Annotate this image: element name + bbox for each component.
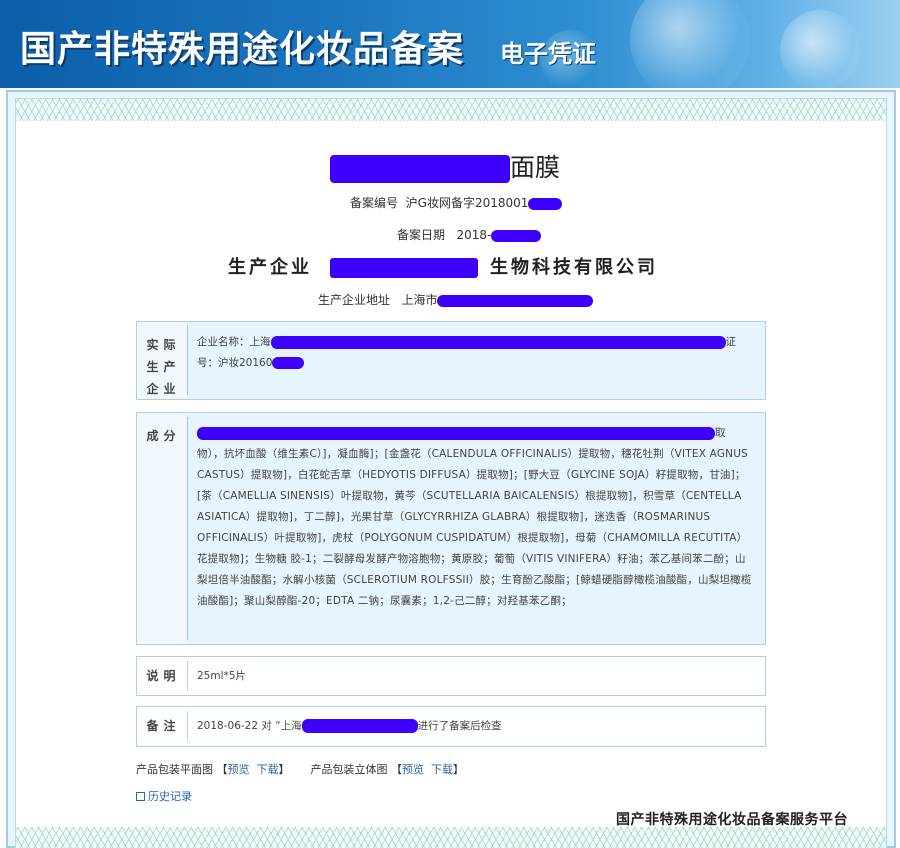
company-name-prefix: 企业名称：上海	[197, 336, 271, 348]
registration-date-label: 备案日期	[397, 228, 446, 242]
registration-number-label: 备案编号	[350, 196, 399, 210]
divider	[187, 661, 188, 691]
packaging-links: 产品包装平面图 【预览 下载】 产品包装立体图 【预览 下载】	[136, 761, 464, 777]
redaction-block	[272, 357, 305, 369]
product-name-suffix: 面膜	[510, 153, 561, 182]
decorative-bubble	[780, 10, 860, 88]
bracket: 【	[216, 763, 228, 776]
producer-address-value: 上海市	[401, 293, 438, 307]
history-label[interactable]: 历史记录	[148, 790, 192, 803]
guilloche-border-bottom	[16, 827, 886, 848]
producer-label: 生产企业	[228, 257, 312, 278]
company-license: 号：沪妆20160	[197, 357, 273, 369]
divider	[187, 711, 188, 742]
bracket: 】	[278, 763, 290, 776]
redaction-block	[330, 258, 478, 278]
ingredients-content: 取 物），抗坏血酸（维生素C）]，凝血酶]；[金盏花（CALENDULA OFF…	[197, 423, 755, 612]
bracket: 【	[391, 763, 402, 776]
window-icon	[136, 792, 145, 801]
banner-subtitle: 电子凭证	[500, 39, 596, 68]
registration-number: 备案编号 沪G妆网备字2018001	[350, 194, 563, 211]
producer: 生产企业 生物科技有限公司	[228, 253, 658, 279]
remark-box: 备注 2018-06-22 对 “上海 进行了备案后检查	[136, 706, 766, 747]
decorative-bubble	[630, 0, 750, 88]
redaction-block	[330, 155, 510, 183]
solid-image-label: 产品包装立体图	[310, 763, 388, 776]
ingredients-label: 成分	[137, 413, 187, 644]
producer-name-suffix: 生物科技有限公司	[490, 257, 658, 278]
actual-company-content: 企业名称：上海 证 号：沪妆20160	[197, 332, 755, 374]
flat-preview-link[interactable]: 预览	[228, 763, 250, 776]
ingredients-tail: 取	[715, 427, 726, 439]
remark-prefix: 2018-06-22 对 “上海	[197, 720, 302, 732]
redaction-block	[301, 719, 418, 733]
remark-suffix: 进行了备案后检查	[417, 720, 502, 732]
note-box: 说明 25ml*5片	[136, 656, 766, 696]
divider	[187, 326, 188, 395]
history-link[interactable]: 历史记录	[136, 788, 192, 804]
actual-company-label: 实际生产企业	[137, 322, 187, 399]
company-name-tail: 证	[725, 336, 737, 348]
producer-address: 生产企业地址 上海市	[318, 291, 594, 308]
note-value: 25ml*5片	[197, 670, 246, 682]
redaction-block	[437, 294, 594, 307]
actual-company-box: 实际生产企业 企业名称：上海 证 号：沪妆20160	[136, 321, 766, 400]
platform-name: 国产非特殊用途化妆品备案服务平台	[616, 812, 848, 828]
flat-image-label: 产品包装平面图	[136, 763, 213, 776]
product-name: 面膜	[330, 148, 560, 184]
bracket: 】	[453, 763, 464, 776]
note-label: 说明	[146, 669, 181, 683]
registration-date-value: 2018-	[456, 228, 492, 242]
banner-title: 国产非特殊用途化妆品备案	[20, 28, 465, 70]
redaction-block	[491, 229, 542, 242]
solid-download-link[interactable]: 下载	[431, 763, 453, 776]
ingredients-text: 物），抗坏血酸（维生素C）]，凝血酶]；[金盏花（CALENDULA OFFIC…	[197, 448, 752, 607]
registration-date: 备案日期 2018-	[397, 226, 542, 243]
ingredients-box: 成分 取 物），抗坏血酸（维生素C）]，凝血酶]；[金盏花（CALENDULA …	[136, 412, 766, 645]
redaction-block	[528, 197, 563, 210]
remark-label: 备注	[146, 719, 181, 733]
solid-preview-link[interactable]: 预览	[402, 763, 424, 776]
registration-number-value: 沪G妆网备字2018001	[405, 196, 529, 210]
flat-download-link[interactable]: 下载	[257, 763, 279, 776]
redaction-block	[270, 335, 726, 349]
divider	[187, 417, 188, 640]
redaction-block	[197, 426, 715, 440]
guilloche-border-top	[16, 99, 886, 121]
producer-address-label: 生产企业地址	[318, 293, 391, 307]
remark-content: 2018-06-22 对 “上海 进行了备案后检查	[197, 716, 755, 737]
header-banner: 国产非特殊用途化妆品备案 电子凭证	[0, 0, 900, 88]
